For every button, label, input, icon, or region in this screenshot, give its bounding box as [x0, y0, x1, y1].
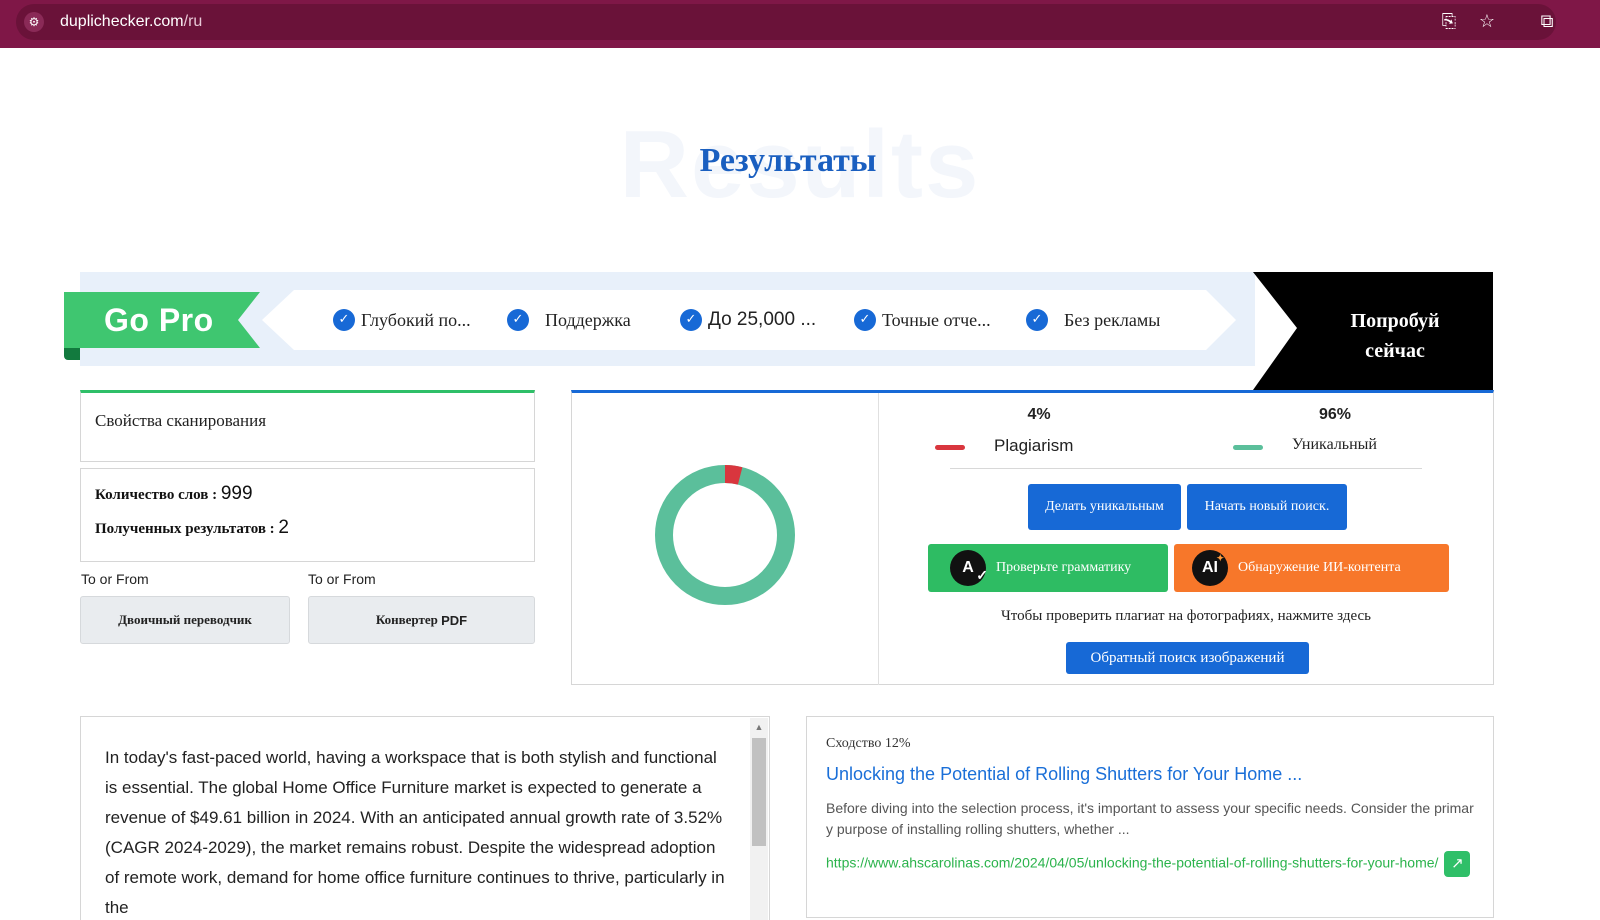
grammar-check-label: Проверьте грамматику — [996, 560, 1132, 575]
input-text-content: In today's fast-paced world, having a wo… — [105, 748, 725, 917]
plagiarism-donut-chart — [655, 465, 795, 605]
scan-properties-panel: Свойства сканирования — [80, 390, 535, 462]
tool-label-binary: To or From — [81, 571, 149, 587]
url-text[interactable]: duplichecker.com/ru — [60, 13, 202, 31]
scroll-up-arrow-icon[interactable]: ▲ — [750, 718, 768, 736]
tool-label-pdf: To or From — [308, 571, 376, 587]
try-now-line2: сейчас — [1365, 340, 1425, 362]
url-domain: duplichecker.com — [60, 13, 184, 30]
page-title: Результаты — [699, 142, 877, 179]
new-search-button[interactable]: Начать новый поиск. — [1187, 484, 1347, 530]
match-title-link[interactable]: Unlocking the Potential of Rolling Shutt… — [826, 764, 1302, 785]
make-unique-button[interactable]: Делать уникальным — [1028, 484, 1181, 530]
feature-label: Точные отче... — [882, 309, 991, 330]
feature-no-ads: ✓ Без рекламы — [1026, 306, 1160, 334]
word-count-row: Количество слов : 999 — [95, 483, 253, 505]
photo-plagiarism-hint: Чтобы проверить плагиат на фотографиях, … — [1001, 608, 1371, 624]
word-count-label: Количество слов : — [95, 487, 221, 503]
pdf-converter-suffix: PDF — [441, 612, 468, 628]
feature-label: Поддержка — [545, 309, 631, 330]
scan-properties-title: Свойства сканирования — [95, 411, 267, 430]
ai-detection-label: Обнаружение ИИ-контента — [1238, 560, 1401, 575]
donut-unique-segment — [655, 465, 795, 605]
extensions-icon[interactable]: ⧉ — [1536, 10, 1558, 32]
reverse-image-search-button[interactable]: Обратный поиск изображений — [1066, 642, 1309, 674]
check-icon: ✓ — [1026, 309, 1048, 331]
results-count-row: Полученных результатов : 2 — [95, 517, 289, 539]
check-icon: ✓ — [507, 309, 529, 331]
grammar-check-icon: A ✓ — [950, 550, 988, 586]
unique-percent: 96% — [1318, 406, 1352, 423]
feature-support: ✓ Поддержка — [507, 306, 631, 334]
unique-legend-swatch — [1233, 445, 1263, 450]
browser-toolbar: ⚙ duplichecker.com/ru ⎘ ☆ ⧉ — [0, 0, 1600, 48]
gopro-tag-text: Go Pro — [104, 302, 214, 338]
unique-legend-label: Уникальный — [1292, 436, 1377, 453]
url-path: /ru — [183, 13, 203, 30]
external-link-icon[interactable]: ↗ — [1444, 851, 1471, 877]
try-now-line1: Попробуй — [1350, 310, 1440, 332]
scrollbar-thumb[interactable] — [752, 738, 766, 846]
word-count-value: 999 — [220, 483, 253, 504]
check-icon: ✓ — [854, 309, 876, 331]
results-count-label: Полученных результатов : — [95, 521, 279, 537]
ai-detection-button[interactable]: AI ✦ Обнаружение ИИ-контента — [1174, 544, 1449, 592]
check-icon: ✓ — [680, 309, 702, 331]
feature-word-limit: ✓ До 25,000 ... — [680, 306, 816, 334]
result-divider — [878, 393, 879, 685]
match-url-row: https://www.ahscarolinas.com/2024/04/05/… — [826, 851, 1480, 877]
feature-label: До 25,000 ... — [708, 309, 817, 330]
match-url-link[interactable]: https://www.ahscarolinas.com/2024/04/05/… — [826, 855, 1438, 871]
scan-stats-panel: Количество слов : 999 Полученных результ… — [80, 468, 535, 562]
binary-translator-button[interactable]: Двоичный переводчик — [80, 596, 290, 644]
similarity-label: Сходство 12% — [826, 736, 911, 751]
ai-detector-icon: AI ✦ — [1192, 550, 1228, 586]
plagiarism-legend-swatch — [935, 445, 965, 450]
results-count-value: 2 — [278, 517, 289, 538]
pdf-converter-label: Конвертер — [375, 612, 438, 627]
plagiarism-percent: 4% — [1027, 406, 1051, 423]
site-settings-icon[interactable]: ⚙ — [24, 12, 44, 32]
address-bar[interactable]: ⚙ duplichecker.com/ru — [16, 4, 1556, 40]
feature-deep-search: ✓ Глубокий по... — [333, 306, 471, 334]
legend-separator — [950, 468, 1422, 469]
check-icon: ✓ — [333, 309, 355, 331]
grammar-check-button[interactable]: A ✓ Проверьте грамматику — [928, 544, 1168, 592]
bookmark-star-icon[interactable]: ☆ — [1476, 10, 1498, 32]
feature-accurate-reports: ✓ Точные отче... — [854, 306, 991, 334]
pdf-converter-button[interactable]: Конвертер PDF — [308, 596, 535, 644]
feature-label: Глубокий по... — [361, 309, 471, 330]
feature-label: Без рекламы — [1064, 309, 1161, 330]
match-description: Before diving into the selection process… — [826, 800, 1474, 837]
input-text-panel[interactable]: In today's fast-paced world, having a wo… — [80, 716, 770, 920]
install-app-icon[interactable]: ⎘ — [1438, 10, 1460, 32]
plagiarism-legend-label: Plagiarism — [994, 436, 1074, 455]
try-now-label[interactable]: Попробуй сейчас — [1300, 306, 1490, 366]
